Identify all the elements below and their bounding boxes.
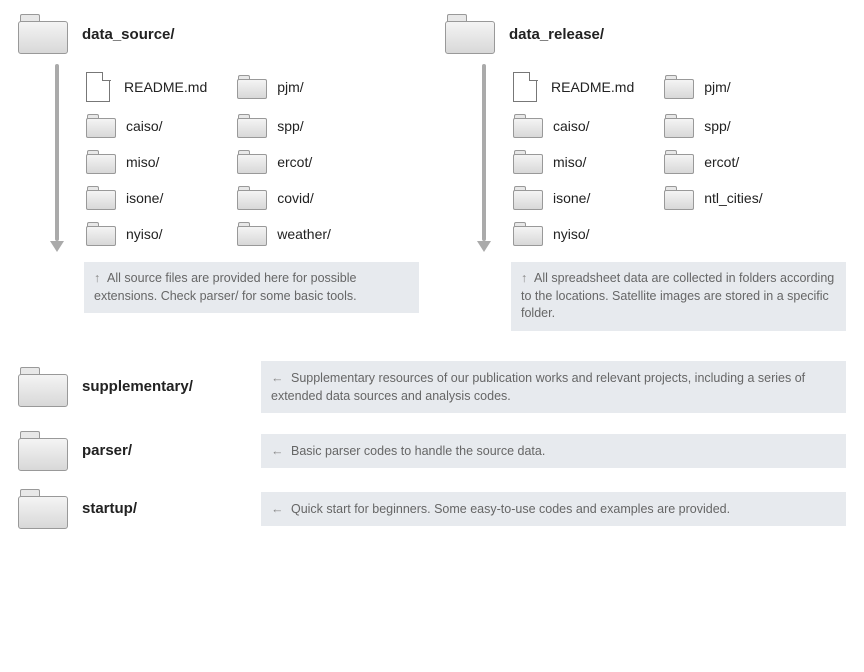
item-label: caiso/ [553,118,590,134]
item-label: miso/ [553,154,586,170]
arrow-up-icon: ↑ [521,270,527,288]
folder-header: data_source/ [18,14,419,54]
items-grid: README.md pjm/ caiso/ spp/ miso/ ercot/ … [513,64,785,252]
item-label: isone/ [553,190,590,206]
folder-title: parser/ [82,442,247,459]
folder-column-data-source: data_source/ README.md pjm/ caiso/ spp/ … [18,14,419,331]
file-icon [86,72,110,102]
item-label: spp/ [277,118,303,134]
folder-icon [513,186,543,210]
folder-row-startup: startup/ ← Quick start for beginners. So… [18,489,846,529]
list-item: miso/ [86,150,207,174]
arrow-down-icon [475,64,493,252]
list-item: miso/ [513,150,634,174]
folder-icon [18,489,68,529]
folder-icon [18,367,68,407]
bottom-folder-list: supplementary/ ← Supplementary resources… [18,361,846,529]
arrow-up-icon: ↑ [94,270,100,288]
item-label: nyiso/ [553,226,590,242]
arrow-left-icon: ← [271,442,284,460]
note-text: All spreadsheet data are collected in fo… [521,271,834,320]
item-label: spp/ [704,118,730,134]
folder-icon [664,75,694,99]
folder-icon [513,114,543,138]
item-label: caiso/ [126,118,163,134]
item-label: ercot/ [277,154,312,170]
item-label: README.md [551,79,634,95]
description-text: Quick start for beginners. Some easy-to-… [291,502,730,516]
list-item: isone/ [513,186,634,210]
arrow-down-icon [48,64,66,252]
folder-icon [86,114,116,138]
folder-column-data-release: data_release/ README.md pjm/ caiso/ spp/… [445,14,846,331]
folder-icon [86,222,116,246]
list-item: pjm/ [664,72,785,102]
folder-icon [237,150,267,174]
folder-row-parser: parser/ ← Basic parser codes to handle t… [18,431,846,471]
list-item: isone/ [86,186,207,210]
item-label: README.md [124,79,207,95]
list-item: caiso/ [513,114,634,138]
list-item: README.md [86,72,207,102]
item-label: nyiso/ [126,226,163,242]
list-item: weather/ [237,222,358,246]
list-item: ercot/ [664,150,785,174]
folder-icon [18,431,68,471]
folder-row-supplementary: supplementary/ ← Supplementary resources… [18,361,846,413]
folder-icon [664,186,694,210]
list-item: nyiso/ [86,222,207,246]
folder-icon [513,150,543,174]
folder-icon [664,150,694,174]
list-item: pjm/ [237,72,358,102]
folder-icon [237,75,267,99]
description-text: Supplementary resources of our publicati… [271,371,805,403]
folder-title: startup/ [82,500,247,517]
folder-icon [237,114,267,138]
folder-icon [237,222,267,246]
folder-icon [664,114,694,138]
arrow-left-icon: ← [271,369,284,387]
list-item: ercot/ [237,150,358,174]
list-item: spp/ [237,114,358,138]
item-label: pjm/ [277,79,303,95]
item-label: pjm/ [704,79,730,95]
folder-icon [18,14,68,54]
folder-icon [86,150,116,174]
description-box: ← Basic parser codes to handle the sourc… [261,434,846,468]
list-item: README.md [513,72,634,102]
folder-icon [237,186,267,210]
list-item: spp/ [664,114,785,138]
list-item: ntl_cities/ [664,186,785,210]
list-item: nyiso/ [513,222,634,246]
note-box: ↑ All spreadsheet data are collected in … [511,262,846,331]
description-text: Basic parser codes to handle the source … [291,444,545,458]
top-folder-row: data_source/ README.md pjm/ caiso/ spp/ … [18,14,846,331]
folder-title: data_source/ [82,26,175,43]
folder-icon [86,186,116,210]
item-label: miso/ [126,154,159,170]
note-text: All source files are provided here for p… [94,271,357,303]
arrow-left-icon: ← [271,500,284,518]
description-box: ← Quick start for beginners. Some easy-t… [261,492,846,526]
folder-title: data_release/ [509,26,604,43]
list-item: covid/ [237,186,358,210]
file-icon [513,72,537,102]
item-label: ntl_cities/ [704,190,762,206]
folder-contents-area: README.md pjm/ caiso/ spp/ miso/ ercot/ … [475,64,846,252]
list-item: caiso/ [86,114,207,138]
item-label: ercot/ [704,154,739,170]
item-label: isone/ [126,190,163,206]
item-label: weather/ [277,226,331,242]
folder-contents-area: README.md pjm/ caiso/ spp/ miso/ ercot/ … [48,64,419,252]
note-box: ↑ All source files are provided here for… [84,262,419,313]
description-box: ← Supplementary resources of our publica… [261,361,846,413]
item-label: covid/ [277,190,314,206]
folder-title: supplementary/ [82,378,247,395]
folder-icon [445,14,495,54]
folder-icon [513,222,543,246]
folder-header: data_release/ [445,14,846,54]
items-grid: README.md pjm/ caiso/ spp/ miso/ ercot/ … [86,64,358,252]
